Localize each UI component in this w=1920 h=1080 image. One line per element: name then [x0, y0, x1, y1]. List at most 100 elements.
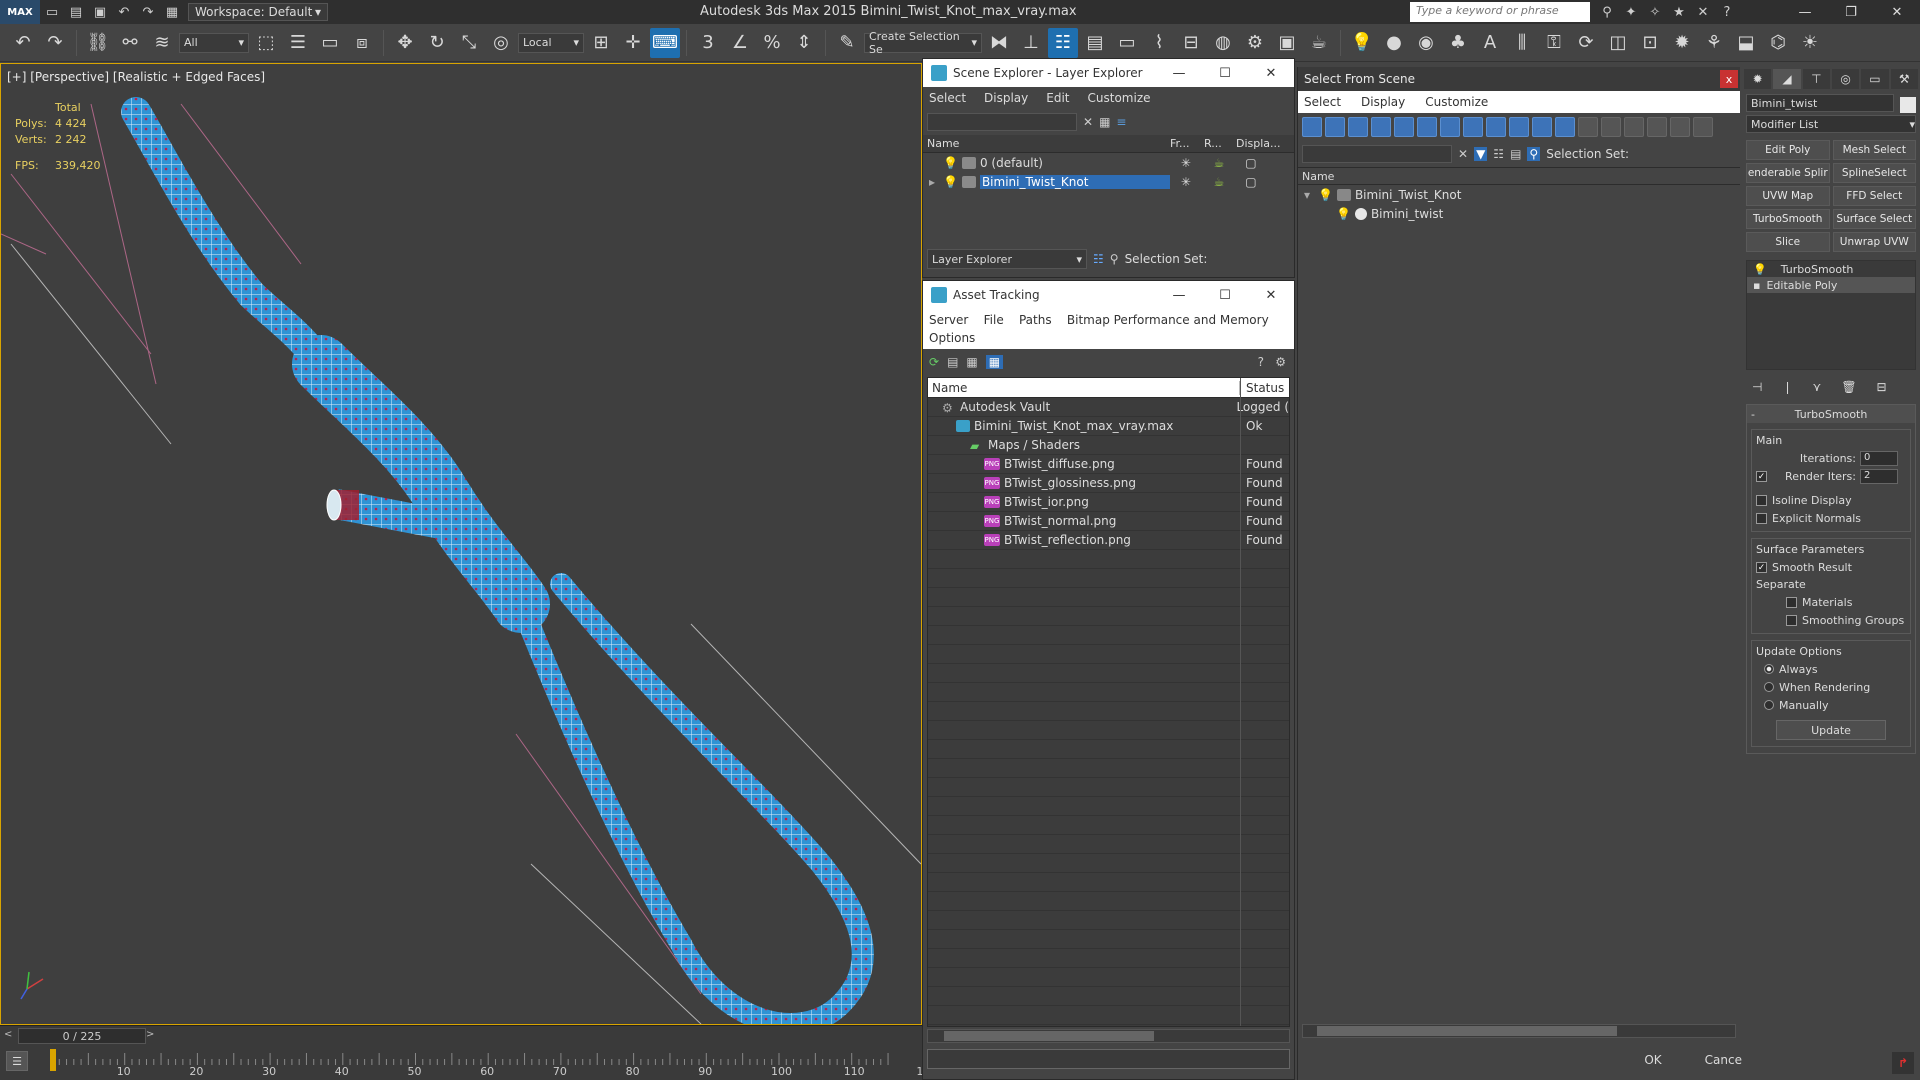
refresh-icon[interactable]: ⟳ [1571, 28, 1601, 58]
bind-space-warp-icon[interactable]: ≋ [147, 28, 177, 58]
track-bar[interactable]: ☰ 10203040506070809010011012 [0, 1045, 930, 1080]
spinner-snap-icon[interactable]: ⇕ [789, 28, 819, 58]
remove-modifier-icon[interactable]: 🗑 [1841, 380, 1856, 394]
display-tab-icon[interactable]: ▭ [1861, 69, 1889, 89]
display-frozen-icon[interactable] [1532, 117, 1552, 137]
percent-snap-icon[interactable]: % [757, 28, 787, 58]
next-frame-icon[interactable]: > [146, 1029, 154, 1040]
ok-button[interactable]: OK [1618, 1049, 1688, 1071]
add-layer-icon[interactable]: ≡ [1116, 115, 1126, 129]
scrollbar-thumb[interactable] [944, 1031, 1154, 1041]
undo-icon[interactable]: ↶ [8, 28, 38, 58]
scene-tree-row[interactable]: 💡 Bimini_twist [1298, 204, 1740, 223]
freeze-icon[interactable]: ✳ [1170, 175, 1202, 189]
edit-named-selection-icon[interactable]: ✎ [832, 28, 862, 58]
vray-sphere-fade-icon[interactable]: ⌬ [1763, 28, 1793, 58]
save-icon[interactable]: ▣ [88, 2, 112, 22]
link-icon[interactable]: ⛓ [83, 28, 113, 58]
render-teapot-icon[interactable]: ☕ [1202, 156, 1236, 170]
ruler-icon[interactable]: ⫼ [1507, 28, 1537, 58]
toggle-scene-explorer-icon[interactable]: ☷ [1048, 27, 1078, 58]
display-box-icon[interactable]: ▢ [1236, 175, 1266, 189]
asset-row[interactable]: PNG BTwist_glossiness.png Found [928, 474, 1289, 493]
menu-options[interactable]: Options [929, 331, 975, 345]
object-color-swatch[interactable] [1900, 97, 1916, 113]
undo-icon[interactable]: ↶ [112, 2, 136, 22]
bulb-icon[interactable]: 💡 [1753, 263, 1767, 276]
layer-search-input[interactable] [927, 113, 1077, 131]
isoline-checkbox[interactable] [1756, 494, 1767, 506]
display-helpers-icon[interactable] [1394, 117, 1414, 137]
align-icon[interactable]: ⊥ [1016, 28, 1046, 58]
modifier-button[interactable]: UVW Map [1746, 186, 1830, 206]
named-selection-dropdown[interactable]: Create Selection Se ▾ [864, 30, 982, 56]
close-search-icon[interactable]: ✕ [1691, 2, 1715, 22]
menu-server[interactable]: Server [929, 313, 968, 327]
scene-horizontal-scrollbar[interactable] [1302, 1024, 1736, 1038]
settings-icon[interactable]: ⚙ [1275, 355, 1286, 369]
explicit-normals-checkbox[interactable] [1756, 512, 1767, 524]
redo-icon[interactable]: ↷ [40, 28, 70, 58]
asset-row[interactable]: ⚙ Autodesk Vault Logged ( [928, 398, 1289, 417]
rotate-icon[interactable]: ↻ [422, 28, 452, 58]
search-input[interactable]: Type a keyword or phrase [1410, 2, 1590, 22]
show-end-result-icon[interactable]: ❘ [1782, 380, 1792, 394]
place-icon[interactable]: ◎ [486, 28, 516, 58]
perspective-viewport[interactable]: [+] [Perspective] [Realistic + Edged Fac… [0, 63, 922, 1025]
sort-icon[interactable] [1670, 117, 1690, 137]
modifier-button[interactable]: Slice [1746, 232, 1830, 252]
curve-editor-icon[interactable]: ⌇ [1144, 28, 1174, 58]
bulb-icon[interactable]: 💡 [1318, 188, 1333, 202]
render-iters-spinner[interactable]: 2 [1860, 468, 1898, 484]
menu-customize[interactable]: Customize [1425, 95, 1488, 109]
modifier-button[interactable]: Surface Select [1832, 209, 1916, 229]
current-frame-marker[interactable] [50, 1049, 56, 1071]
sphere-icon[interactable]: ● [1379, 28, 1409, 58]
pivot-center-icon[interactable]: ⊞ [586, 28, 616, 58]
minimize-icon[interactable]: — [1156, 281, 1202, 309]
toggle-ribbon-icon[interactable]: ▭ [1112, 28, 1142, 58]
modify-tab-icon[interactable]: ◢ [1773, 69, 1801, 89]
utilities-tab-icon[interactable]: ⚒ [1890, 69, 1918, 89]
scrollbar-thumb[interactable] [1317, 1026, 1617, 1036]
text-icon[interactable]: A [1475, 28, 1505, 58]
materials-checkbox[interactable] [1786, 596, 1797, 608]
layer-row[interactable]: 💡 0 (default) ✳ ☕ ▢ [923, 153, 1294, 172]
vray-fur-icon[interactable]: ⚘ [1699, 28, 1729, 58]
reference-coord-dropdown[interactable]: Local ▾ [518, 32, 584, 53]
menu-customize[interactable]: Customize [1088, 91, 1151, 105]
asset-row[interactable]: ▰ Maps / Shaders [928, 436, 1289, 455]
minimize-icon[interactable]: — [1782, 0, 1828, 24]
when-rendering-radio[interactable] [1764, 682, 1774, 692]
modifier-button[interactable]: enderable Splir [1746, 163, 1830, 183]
menu-display[interactable]: Display [984, 91, 1028, 105]
clear-search-icon[interactable]: ✕ [1458, 147, 1468, 161]
table-view-icon[interactable]: ▦ [966, 355, 977, 369]
display-shapes-icon[interactable] [1325, 117, 1345, 137]
keyboard-shortcut-override-icon[interactable]: ⌨ [650, 27, 680, 58]
asset-row[interactable]: PNG BTwist_reflection.png Found [928, 531, 1289, 550]
hierarchy-mode-icon[interactable]: ⚲ [1110, 252, 1119, 266]
toggle-layer-explorer-icon[interactable]: ▤ [1080, 28, 1110, 58]
iterations-spinner[interactable]: 0 [1860, 450, 1898, 466]
rendered-frame-window-icon[interactable]: ▣ [1272, 28, 1302, 58]
time-slider[interactable]: 0 / 225 [18, 1028, 146, 1044]
viewport-nav-icon[interactable]: ↱ [1892, 1052, 1914, 1074]
bulb-icon[interactable]: 💡 [1336, 207, 1351, 221]
select-object-icon[interactable]: ⬚ [251, 28, 281, 58]
asset-horizontal-scrollbar[interactable] [927, 1029, 1290, 1043]
maximize-icon[interactable]: ❐ [1828, 0, 1874, 24]
invert-display-icon[interactable] [1624, 117, 1644, 137]
make-unique-icon[interactable]: ⋎ [1813, 380, 1822, 394]
light-icon[interactable]: 💡 [1347, 28, 1377, 58]
snap-toggle-icon[interactable]: 3 [693, 28, 723, 58]
layer-toggle-icon[interactable]: ☷ [1493, 147, 1504, 161]
freeze-icon[interactable]: ✳ [1170, 156, 1202, 170]
hierarchy-tab-icon[interactable]: ⊤ [1802, 69, 1830, 89]
display-hidden-icon[interactable] [1555, 117, 1575, 137]
menu-display[interactable]: Display [1361, 95, 1405, 109]
clear-search-icon[interactable]: ✕ [1083, 115, 1093, 129]
redo-icon[interactable]: ↷ [136, 2, 160, 22]
hierarchy-icon[interactable]: ▤ [1510, 147, 1521, 161]
motion-tab-icon[interactable]: ◎ [1831, 69, 1860, 89]
